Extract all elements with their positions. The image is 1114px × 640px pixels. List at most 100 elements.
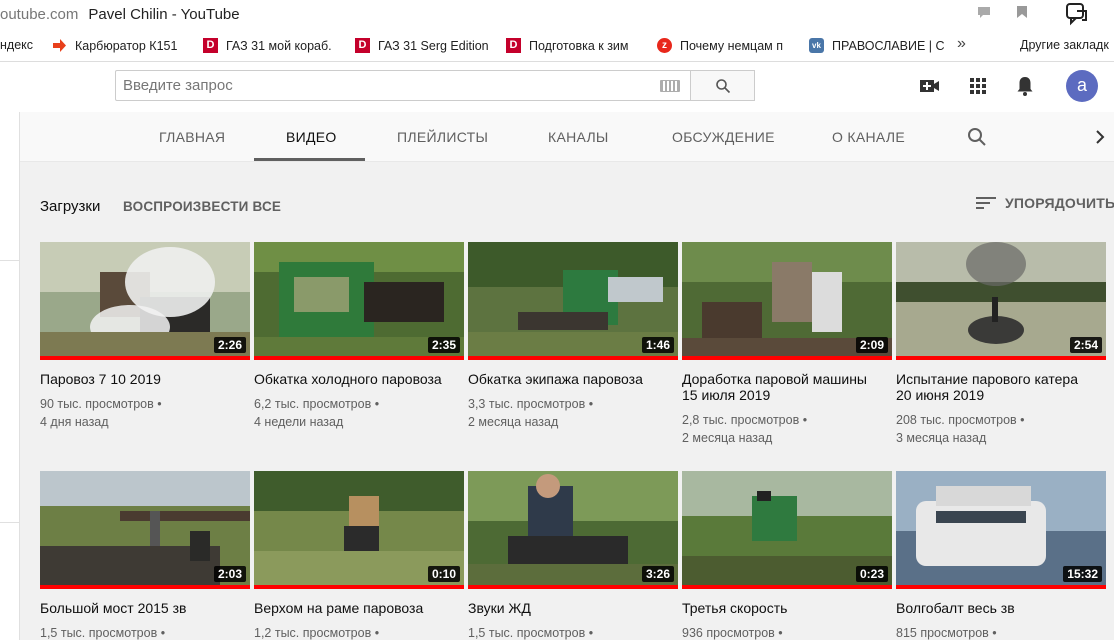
- video-title[interactable]: Верхом на раме паровоза: [254, 600, 454, 616]
- video-title[interactable]: Доработка паровой машины 15 июля 2019: [682, 371, 882, 403]
- video-meta: 936 просмотров •: [682, 624, 892, 640]
- view-count: 815 просмотров •: [896, 626, 997, 640]
- video-card[interactable]: 2:09 Доработка паровой машины 15 июля 20…: [682, 242, 892, 447]
- chat-icon[interactable]: [976, 5, 992, 21]
- tab-home[interactable]: ГЛАВНАЯ: [159, 129, 225, 145]
- search-button[interactable]: [690, 70, 755, 101]
- video-card[interactable]: 0:10 Верхом на раме паровоза 1,2 тыс. пр…: [254, 471, 464, 640]
- bookmark-icon[interactable]: [1014, 5, 1030, 21]
- bookmark-item[interactable]: Карбюратор К151: [52, 38, 177, 53]
- view-count: 6,2 тыс. просмотров •: [254, 397, 380, 411]
- bookmark-label: Почему немцам п: [680, 38, 783, 53]
- video-thumbnail[interactable]: 1:46: [468, 242, 678, 360]
- tab-videos[interactable]: ВИДЕО: [286, 129, 337, 145]
- keyboard-icon[interactable]: [660, 80, 680, 92]
- watch-progress-bar: [682, 356, 892, 360]
- search-input[interactable]: [116, 71, 636, 100]
- video-card[interactable]: 15:32 Волгобалт весь зв 815 просмотров •: [896, 471, 1106, 640]
- extension-icon[interactable]: [1064, 2, 1090, 26]
- video-thumbnail[interactable]: 0:10: [254, 471, 464, 589]
- video-title[interactable]: Волгобалт весь зв: [896, 600, 1096, 616]
- video-thumbnail[interactable]: 3:26: [468, 471, 678, 589]
- video-card[interactable]: 0:23 Третья скорость 936 просмотров •: [682, 471, 892, 640]
- watch-progress-bar: [896, 585, 1106, 589]
- channel-search-icon[interactable]: [967, 127, 987, 152]
- videos-section: Загрузки ВОСПРОИЗВЕСТИ ВСЕ УПОРЯДОЧИТЬ 2…: [20, 162, 1114, 640]
- video-title[interactable]: Большой мост 2015 зв: [40, 600, 240, 616]
- view-count: 2,8 тыс. просмотров •: [682, 413, 808, 427]
- video-title[interactable]: Звуки ЖД: [468, 600, 668, 616]
- bookmark-item[interactable]: D ГАЗ 31 Serg Edition: [355, 38, 489, 53]
- video-duration: 15:32: [1063, 566, 1102, 582]
- bookmark-label: Подготовка к зим: [529, 38, 629, 53]
- bookmark-label: Карбюратор К151: [75, 38, 178, 53]
- watch-progress-bar: [40, 585, 250, 589]
- watch-progress-bar: [896, 356, 1106, 360]
- bookmark-label: ПРАВОСЛАВИЕ | С: [832, 38, 945, 53]
- create-video-icon[interactable]: [918, 74, 942, 98]
- video-title[interactable]: Третья скорость: [682, 600, 882, 616]
- video-meta: 1,2 тыс. просмотров •: [254, 624, 464, 640]
- bookmark-item[interactable]: vk ПРАВОСЛАВИЕ | С: [809, 38, 945, 53]
- video-card[interactable]: 2:35 Обкатка холодного паровоза 6,2 тыс.…: [254, 242, 464, 431]
- divider: [0, 260, 20, 261]
- search-box: [115, 70, 691, 101]
- sort-button[interactable]: УПОРЯДОЧИТЬ: [976, 195, 1114, 211]
- page-title: Pavel Chilin - YouTube: [88, 5, 240, 23]
- chevron-right-icon[interactable]: [1095, 130, 1105, 149]
- video-thumbnail[interactable]: 2:54: [896, 242, 1106, 360]
- video-card[interactable]: 2:54 Испытание парового катера 20 июня 2…: [896, 242, 1106, 447]
- drive2-icon: D: [506, 38, 521, 53]
- address-icons: [976, 5, 1030, 21]
- sort-icon: [976, 197, 996, 209]
- bookmark-item[interactable]: ндекс: [0, 38, 33, 52]
- bookmark-item[interactable]: D ГАЗ 31 мой кораб.: [203, 38, 332, 53]
- bookmark-item[interactable]: z Почему немцам п: [657, 38, 783, 53]
- tab-discussion[interactable]: ОБСУЖДЕНИЕ: [672, 129, 775, 145]
- video-duration: 3:26: [641, 566, 674, 582]
- section-title: Загрузки: [40, 198, 101, 215]
- upload-age: 2 месяца назад: [682, 431, 773, 445]
- sort-label: УПОРЯДОЧИТЬ: [1005, 195, 1114, 211]
- url-text[interactable]: outube.com: [0, 6, 78, 23]
- other-bookmarks[interactable]: Другие закладк: [1020, 38, 1109, 52]
- video-card[interactable]: 2:03 Большой мост 2015 зв 1,5 тыс. просм…: [40, 471, 250, 640]
- view-count: 1,5 тыс. просмотров •: [40, 626, 166, 640]
- video-title[interactable]: Паровоз 7 10 2019: [40, 371, 240, 387]
- upload-age: 4 дня назад: [40, 415, 109, 429]
- play-all-button[interactable]: ВОСПРОИЗВЕСТИ ВСЕ: [123, 199, 281, 214]
- tab-about[interactable]: О КАНАЛЕ: [832, 129, 905, 145]
- bookmark-label: ГАЗ 31 мой кораб.: [226, 38, 332, 53]
- video-card[interactable]: 3:26 Звуки ЖД 1,5 тыс. просмотров •: [468, 471, 678, 640]
- video-thumbnail[interactable]: 0:23: [682, 471, 892, 589]
- video-title[interactable]: Испытание парового катера 20 июня 2019: [896, 371, 1096, 403]
- video-thumbnail[interactable]: 15:32: [896, 471, 1106, 589]
- bookmark-item[interactable]: D Подготовка к зим: [506, 38, 629, 53]
- video-duration: 2:35: [427, 337, 460, 353]
- video-thumbnail[interactable]: 2:26: [40, 242, 250, 360]
- tab-playlists[interactable]: ПЛЕЙЛИСТЫ: [397, 129, 488, 145]
- video-card[interactable]: 1:46 Обкатка экипажа паровоза 3,3 тыс. п…: [468, 242, 678, 431]
- video-thumbnail[interactable]: 2:09: [682, 242, 892, 360]
- avatar[interactable]: a: [1066, 70, 1098, 102]
- notifications-bell-icon[interactable]: [1013, 74, 1037, 98]
- bookmarks-more-button[interactable]: »: [957, 35, 966, 53]
- apps-icon[interactable]: [966, 74, 990, 98]
- video-title[interactable]: Обкатка экипажа паровоза: [468, 371, 668, 387]
- video-meta: 815 просмотров •: [896, 624, 1106, 640]
- video-meta: 90 тыс. просмотров • 4 дня назад: [40, 395, 250, 431]
- video-duration: 0:23: [855, 566, 888, 582]
- watch-progress-bar: [468, 356, 678, 360]
- video-thumbnail[interactable]: 2:35: [254, 242, 464, 360]
- video-card[interactable]: 2:26 Паровоз 7 10 2019 90 тыс. просмотро…: [40, 242, 250, 431]
- watch-progress-bar: [254, 585, 464, 589]
- arrow-icon: [52, 38, 67, 53]
- zen-icon: z: [657, 38, 672, 53]
- search-icon: [715, 78, 730, 93]
- upload-age: 3 месяца назад: [896, 431, 987, 445]
- video-title[interactable]: Обкатка холодного паровоза: [254, 371, 454, 387]
- address-bar[interactable]: outube.com Pavel Chilin - YouTube: [0, 0, 1114, 28]
- bookmark-label: ндекс: [0, 38, 34, 52]
- video-thumbnail[interactable]: 2:03: [40, 471, 250, 589]
- tab-channels[interactable]: КАНАЛЫ: [548, 129, 609, 145]
